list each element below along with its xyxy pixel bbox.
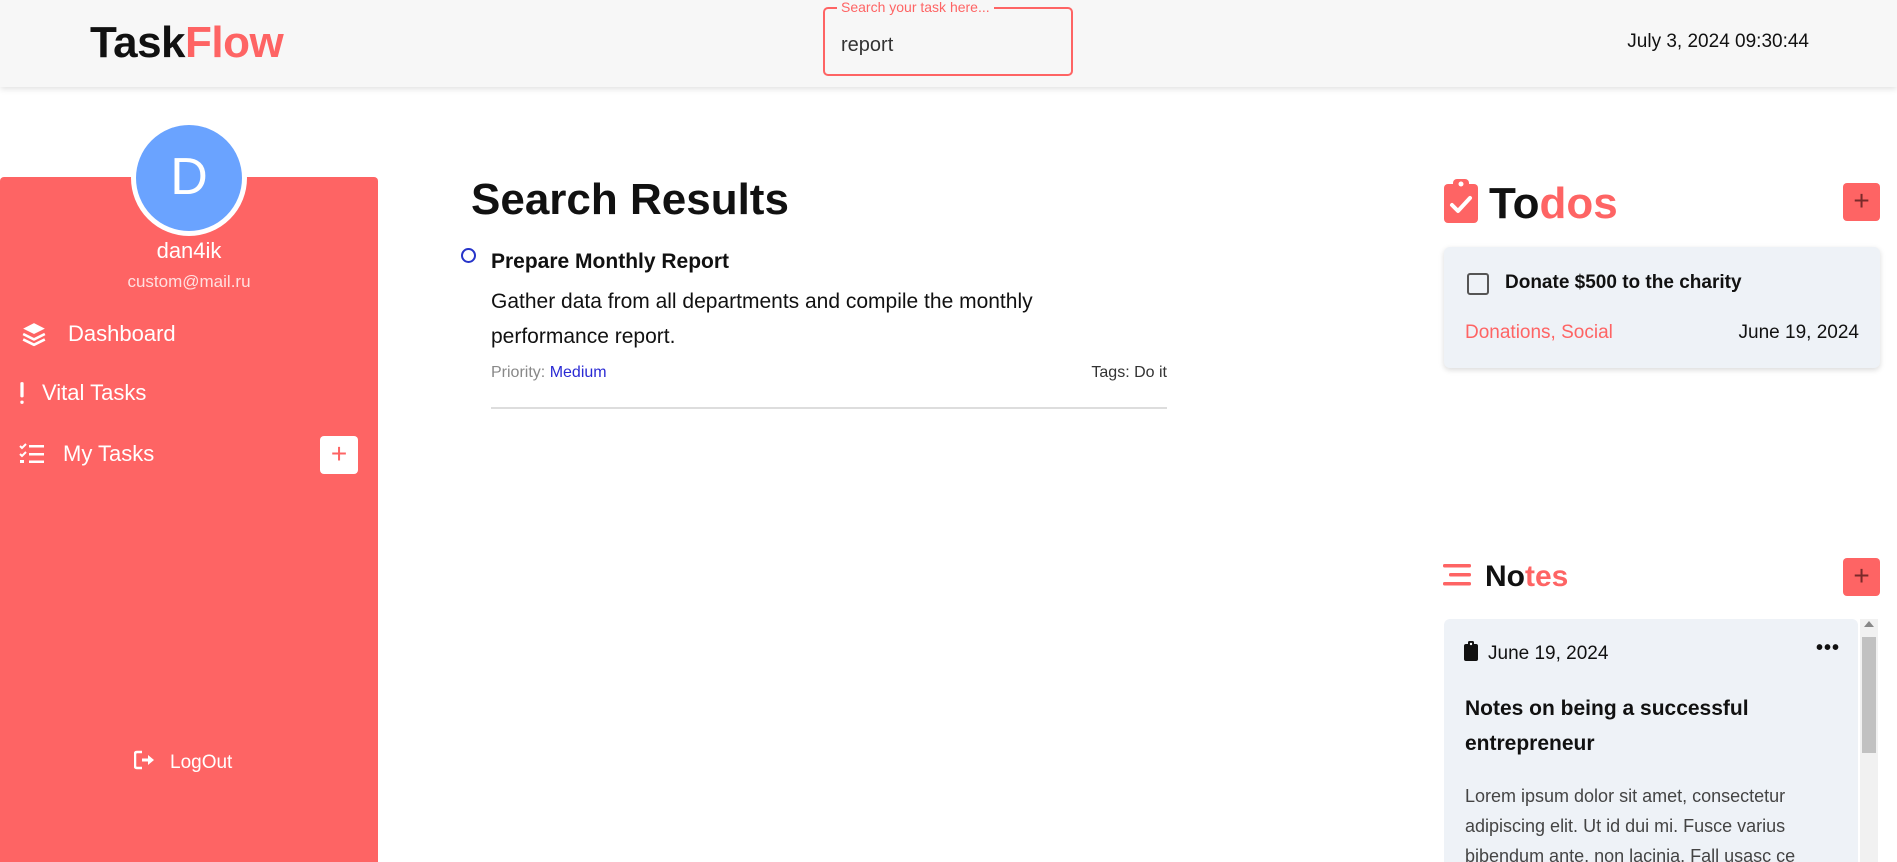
priority-label: Priority: [491,364,546,381]
status-circle-icon [461,248,476,263]
app-logo[interactable]: TaskFlow [90,18,284,68]
note-card[interactable]: June 19, 2024 ••• Notes on being a succe… [1444,619,1858,862]
sidebar-item-label: Vital Tasks [42,380,147,405]
sidebar-item-label: My Tasks [63,441,155,466]
avatar[interactable]: D [131,120,247,236]
user-email: custom@mail.ru [127,272,251,291]
todos-title: Todos [1489,179,1618,229]
add-task-button[interactable]: + [320,436,358,474]
task-description: Gather data from all departments and com… [491,290,1033,348]
layers-icon [19,319,49,349]
page-title: Search Results [471,175,789,224]
sidebar-item-vital-tasks[interactable]: Vital Tasks [0,371,378,415]
note-date: June 19, 2024 [1488,643,1609,664]
notes-title: Notes [1485,560,1568,594]
scroll-up-icon[interactable] [1864,621,1874,627]
more-options-icon[interactable]: ••• [1816,637,1840,660]
todos-title-accent: dos [1539,178,1618,228]
exclamation-icon [7,378,37,408]
clipboard-icon [1464,641,1478,667]
add-todo-button[interactable]: + [1843,183,1880,221]
search-field[interactable]: Search your task here... [823,0,1073,76]
todo-checkbox[interactable] [1467,273,1489,295]
search-input[interactable] [841,31,1056,59]
task-title: Prepare Monthly Report [491,250,730,273]
notes-scrollbar[interactable] [1860,619,1878,862]
checklist-icon [17,439,47,469]
note-title: Notes on being a successful entrepreneur [1465,697,1749,755]
logo-accent-text: Flow [185,18,284,67]
note-body-line: bibendum ante, non lacinia. Fall usasc c… [1465,846,1796,862]
note-date-row: June 19, 2024 [1464,641,1608,667]
sidebar-item-label: Dashboard [68,321,176,346]
clipboard-check-icon [1443,178,1479,229]
top-header: TaskFlow Search your task here... July 3… [0,0,1897,87]
todos-header: Todos [1443,178,1618,229]
username: dan4ik [156,238,222,263]
note-body-line: Lorem ipsum dolor sit amet, consectetur [1465,786,1786,806]
todos-title-main: To [1489,178,1540,228]
logout-icon [133,750,156,776]
logo-main-text: Task [90,18,186,67]
sidebar-item-dashboard[interactable]: Dashboard [0,312,378,356]
todo-date: June 19, 2024 [1738,322,1859,343]
logout-button[interactable]: LogOut [133,750,233,776]
todo-title: Donate $500 to the charity [1505,272,1742,293]
logout-label: LogOut [170,752,233,773]
notes-header: Notes [1443,560,1568,594]
priority-value: Medium [549,364,607,381]
scroll-thumb[interactable] [1862,637,1876,753]
task-tags: Tags: Do it [1091,364,1167,381]
current-datetime: July 3, 2024 09:30:44 [1627,31,1809,52]
todo-card[interactable]: Donate $500 to the charity Donations, So… [1444,247,1880,368]
notes-title-main: No [1485,560,1525,593]
task-meta: Priority: Medium Tags: Do it [491,364,1167,382]
note-body: Lorem ipsum dolor sit amet, consectetur … [1465,781,1850,862]
add-note-button[interactable]: + [1843,558,1880,596]
note-body-line: adipiscing elit. Ut id dui mi. Fusce var… [1465,816,1786,836]
search-legend: Search your task here... [837,0,994,15]
divider [491,407,1167,409]
menu-lines-icon [1443,562,1473,593]
notes-title-accent: tes [1525,560,1569,593]
todo-tags: Donations, Social [1465,322,1613,343]
